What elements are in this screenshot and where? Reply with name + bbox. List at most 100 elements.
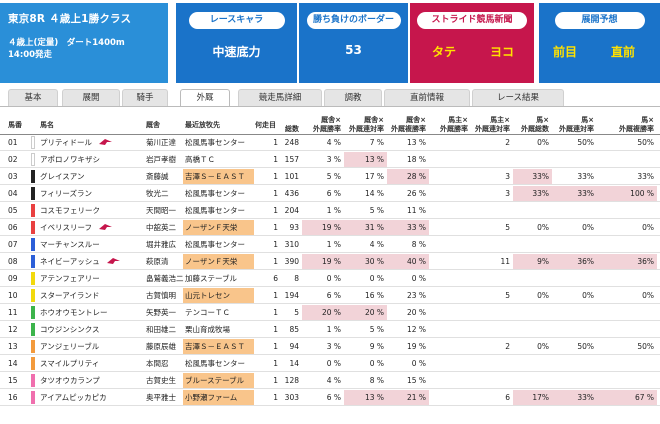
table-row[interactable]: 10 スターアイランド 古賀慎明 山元トレセン 1 194 6 % 16 % 23 % 5 0% 0%… (0, 288, 660, 304)
table-row[interactable]: 11 ホウオウモントレー 矢野英一 テンコーＴＣ 1 5 20 % 20 % 20 % (0, 305, 660, 321)
trainer-name: 斎藤誠 (146, 172, 169, 181)
tab-1[interactable]: 展開 (62, 89, 120, 106)
table-row[interactable]: 08 ネイビーアッシュ 萩原清 ノーザンＦ天栄 1 390 19 % 30 % 40 % 11 9%… (0, 254, 660, 270)
stat-value: 0% (642, 223, 654, 232)
farm-name: 吉澤Ｓ－ＥＡＳＴ (183, 339, 254, 354)
stat-value: 157 (284, 155, 299, 164)
race-chara-card: レースキャラ 中速底力 (176, 3, 297, 83)
race-count: 1 (273, 206, 278, 215)
horse-name: アテンフェアリー (40, 274, 100, 283)
stat-value: 17 % (364, 172, 384, 181)
col-v5-line0: 馬主× (490, 116, 510, 124)
stat-value: 28 % (387, 169, 429, 184)
stat-value: 30 % (344, 254, 387, 269)
stat-value (552, 152, 597, 167)
stat-value (597, 373, 657, 388)
stat-value: 0% (537, 342, 549, 351)
table-row[interactable]: 16 アイアムピッカピカ 奥平雅士 小野瀬ファーム 1 303 6 % 13 % 21 % 6 17… (0, 390, 660, 406)
stat-value (513, 305, 552, 320)
stat-value: 19 % (406, 342, 426, 351)
table-row[interactable]: 01 プリティドール 菊川正達 松風馬事センター 1 248 4 % 7 % 13 % 2 0% 50… (0, 135, 660, 151)
stat-value: 33 % (387, 220, 429, 235)
table-header: 馬番 馬名 厩舎 最近放牧先 何走目 総数 厩舎× 外厩勝率 厩舎× 外厩連対率 厩舎× 外… (0, 116, 660, 134)
tab-4[interactable]: 競走馬詳細 (238, 89, 322, 106)
stat-value: 0 % (369, 274, 384, 283)
stat-value (552, 271, 597, 286)
frame-color-marker (31, 170, 35, 183)
stat-value: 33% (513, 169, 552, 184)
table-row[interactable]: 09 アテンフェアリー 畠鷲義浩二 加藤ステーブル 6 8 0 % 0 % 0 % (0, 271, 660, 287)
stat-value: 101 (284, 172, 299, 181)
horse-number: 04 (8, 189, 18, 198)
col-farm: 最近放牧先 (185, 121, 220, 129)
table-row[interactable]: 07 マーチャンスルー 堀井雅広 松風馬事センター 1 310 1 % 4 % 8 % (0, 237, 660, 253)
horse-name: ホウオウモントレー (40, 308, 108, 317)
table-row[interactable]: 06 イベリスリーフ 中舘英二 ノーザンＦ天栄 1 93 19 % 31 % 33 % 5 0% 0%… (0, 220, 660, 236)
trainer-name: 和田雄二 (146, 325, 176, 334)
stat-value (513, 322, 552, 337)
table-row[interactable]: 02 アポロノワキザシ 岩戸孝樹 高橋ＴＣ 1 157 3 % 13 % 18 % (0, 152, 660, 168)
col-v3-line0: 厩舎× (406, 116, 426, 124)
race-count: 1 (273, 223, 278, 232)
stride-right-value: ヨコ (490, 45, 515, 59)
stat-value: 2 (505, 342, 510, 351)
stat-value: 20 % (406, 308, 426, 317)
col-v0-line1: 総数 (285, 125, 299, 133)
stat-value: 3 (505, 172, 510, 181)
race-count: 1 (273, 291, 278, 300)
frame-color-marker (31, 136, 35, 149)
stat-value (471, 237, 513, 252)
farm-name: 高橋ＴＣ (185, 155, 215, 164)
stat-value: 128 (284, 376, 299, 385)
table-row[interactable]: 13 アンジェリーブル 藤原辰雄 吉澤Ｓ－ＥＡＳＴ 1 94 3 % 9 % 19 % 2 0% 50… (0, 339, 660, 355)
tab-5[interactable]: 調教 (324, 89, 382, 106)
tab-7[interactable]: レース結果 (472, 89, 564, 106)
stat-value (513, 271, 552, 286)
stat-value: 18 % (406, 155, 426, 164)
tab-0[interactable]: 基本 (8, 89, 58, 106)
stat-value: 436 (284, 189, 299, 198)
farm-name: 松風馬事センター (185, 189, 245, 198)
table-row[interactable]: 03 グレイスアン 斎藤誠 吉澤Ｓ－ＥＡＳＴ 1 101 5 % 17 % 28 % 3 33% 33… (0, 169, 660, 185)
trainer-name: 古賀慎明 (146, 291, 176, 300)
race-chara-label: レースキャラ (188, 12, 285, 29)
horse-number: 01 (8, 138, 18, 147)
table-row[interactable]: 04 フィリーズラン 牧光二 松風馬事センター 1 436 6 % 14 % 26 % 3 33% 3… (0, 186, 660, 202)
tab-2[interactable]: 騎手 (122, 89, 168, 106)
table-row[interactable]: 15 タツオウカランプ 古賀史生 ブルーステーブル 1 128 4 % 8 % 15 % (0, 373, 660, 389)
tab-6[interactable]: 直前情報 (384, 89, 470, 106)
horse-number: 05 (8, 206, 18, 215)
horse-name: コウジンシンクス (40, 325, 100, 334)
stat-value (513, 203, 552, 218)
stat-value: 0% (582, 223, 594, 232)
stat-value: 2 (505, 138, 510, 147)
stat-value: 33% (552, 186, 597, 201)
table-row[interactable]: 14 スマイルプリティ 本間忍 松風馬事センター 1 14 0 % 0 % 0 % (0, 356, 660, 372)
stat-value: 50% (577, 342, 594, 351)
table-row[interactable]: 05 コスモフェリーク 天間昭一 松風馬事センター 1 204 1 % 5 % 11 % (0, 203, 660, 219)
trainer-name: 中舘英二 (146, 223, 176, 232)
tenkai-right-value: 直前 (611, 45, 636, 59)
horse-name: コスモフェリーク (40, 206, 100, 215)
horse-number: 10 (8, 291, 18, 300)
horse-number: 15 (8, 376, 18, 385)
frame-color-marker (31, 204, 35, 217)
stat-value (552, 373, 597, 388)
frame-color-marker (31, 323, 35, 336)
horse-name: フィリーズラン (40, 189, 92, 198)
stride-label: ストライド競馬新聞 (417, 12, 527, 29)
stat-value: 12 % (406, 325, 426, 334)
stat-value: 0% (582, 291, 594, 300)
stride-card[interactable]: ストライド競馬新聞 タテ ヨコ (410, 3, 534, 83)
horse-number: 06 (8, 223, 18, 232)
stat-value: 40 % (387, 254, 429, 269)
stat-value: 0 % (326, 274, 341, 283)
col-num: 馬番 (8, 121, 22, 129)
horse-number: 03 (8, 172, 18, 181)
table-row[interactable]: 12 コウジンシンクス 和田雄二 栗山育成牧場 1 85 1 % 5 % 12 % (0, 322, 660, 338)
trainer-name: 牧光二 (146, 189, 169, 198)
horse-name: プリティドール (40, 138, 93, 147)
frame-color-marker (31, 357, 35, 370)
stat-value (597, 237, 657, 252)
tab-3[interactable]: 外厩 (180, 89, 230, 106)
